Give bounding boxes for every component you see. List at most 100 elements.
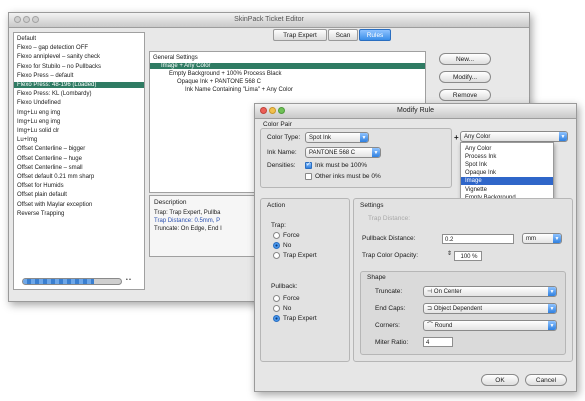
trap-label: Trap: [271,222,286,229]
ticket-list-item[interactable]: Default [17,36,36,42]
ink-must-be-label: Ink must be 100% [315,162,368,169]
rule-tree-item[interactable]: General Settings [150,55,198,61]
ticket-list[interactable]: Default Flexo – gap detection OFF Flexo an… [13,32,145,290]
corners-label: Corners: [375,322,400,329]
ticket-list-item[interactable]: Offset default 0.21 mm sharp [17,174,94,180]
tab-rules[interactable]: Rules [359,29,391,41]
chevron-down-icon: ▼ [559,132,567,141]
corners-select[interactable]: ⌒ Round ▼ [423,320,557,331]
stepper-icon[interactable]: ⇕ [447,250,452,257]
ink-name-select[interactable]: PANTONE 568 C ▼ [305,147,381,158]
progress-fill [23,279,94,284]
ticket-list-item[interactable]: Offset for Humids [17,183,64,189]
ticket-list-item[interactable]: Flexo Press: KL (Lombardy) [17,91,91,97]
trap-radio[interactable] [273,252,280,259]
truncate-label: Truncate: [375,288,403,295]
pullback-distance-input[interactable]: 0.2 [442,234,514,244]
end-caps-select[interactable]: ⊐ Object Dependent ▼ [423,303,557,314]
ticket-list-item[interactable]: Img+Lu eng img [17,119,60,125]
ticket-list-item[interactable]: Lu+Img [17,137,37,143]
color-menu-item[interactable]: Spot Ink [461,161,553,169]
ticket-list-item[interactable]: Offset Centerline – huge [17,156,82,162]
pullback-radio[interactable] [273,315,280,322]
settings-group: Settings Trap Distance: Pullback Distanc… [353,198,573,362]
densities-label: Densities: [267,162,296,169]
description-line: Trap: Trap Expert, Pullba [154,210,221,216]
chevron-down-icon: ▼ [372,148,380,157]
truncate-value: On Center [433,289,462,295]
color-menu-item[interactable]: Process Ink [461,153,553,161]
truncate-select[interactable]: ⊣ On Center ▼ [423,286,557,297]
progress-bar [22,278,122,285]
ink-must-be-checkbox[interactable] [305,161,312,169]
other-inks-checkbox[interactable] [305,173,312,180]
pullback-label: Pullback: [271,283,298,290]
rule-tree-item[interactable]: Opaque Ink + PANTONE 568 C [150,79,261,85]
color-menu-item[interactable]: Image [461,177,553,186]
description-line: Trap Distance: 0.5mm, P [154,218,221,224]
ticket-list-item[interactable]: Img+Lu solid clr [17,128,59,134]
unit-select[interactable]: mm ▼ [522,233,562,244]
trap-distance-label: Trap Distance: [368,215,411,222]
color-type-select[interactable]: Spot Ink ▼ [305,132,369,143]
chevron-down-icon: ▼ [548,304,556,313]
new-rule-button[interactable]: New... [439,53,491,65]
main-titlebar[interactable]: SkinPack Ticket Editor [9,13,529,28]
opacity-label: Trap Color Opacity: [362,252,419,259]
remove-rule-button[interactable]: Remove [439,89,491,101]
pullback-radio[interactable] [273,305,280,312]
chevron-down-icon: ▼ [548,321,556,330]
pullback-distance-label: Pullback Distance: [362,235,416,242]
color-type-value: Spot Ink [309,135,332,141]
action-group: Action Trap: Force No Trap Expert Pullback… [260,198,350,362]
second-color-select[interactable]: Any Color ▼ [460,131,568,142]
rule-tree-item[interactable]: Image + Any Color [150,63,425,69]
ticket-list-item[interactable]: Flexo for Stubilo – no Pullbacks [17,64,101,70]
dialog-title: Modify Rule [397,107,434,114]
description-heading: Description [154,199,187,206]
ticket-list-item[interactable]: Flexo Press – default [17,73,73,79]
ticket-list-item[interactable]: Offset with Maylar exception [17,202,92,208]
trap-radio[interactable] [273,232,280,239]
ticket-list-item[interactable]: Offset plain default [17,192,67,198]
chevron-down-icon: ▼ [553,234,561,243]
opacity-value: 100 % [460,254,478,260]
corners-value: Round [434,323,453,329]
ticket-list-item[interactable]: Reverse Trapping [17,211,64,217]
other-inks-label: Other inks must be 0% [315,173,381,180]
action-label: Action [267,202,286,209]
dialog-titlebar[interactable]: Modify Rule [255,104,576,119]
color-pair-label: Color Pair [263,121,292,128]
ok-button[interactable]: OK [481,374,519,386]
progress-dots: • • [126,277,131,283]
trap-radio[interactable] [273,242,280,249]
ticket-list-item[interactable]: Offset Centerline – bigger [17,146,85,152]
chevron-down-icon: ▼ [360,133,368,142]
pullback-radio-label: No [283,305,292,312]
tab-trap-expert[interactable]: Trap Expert [273,29,327,41]
second-color-value: Any Color [464,134,491,140]
ticket-list-item[interactable]: Offset Centerline – small [17,165,83,171]
ticket-list-item[interactable]: Flexo Undefined [17,100,61,106]
modify-rule-dialog: Modify Rule Color Pair Color Type: Spot … [254,103,577,392]
truncate-icon: ⊣ [427,289,434,295]
opacity-input[interactable]: 100 % [454,251,482,261]
ticket-list-item[interactable]: Flexo anniplevel – sanity check [17,54,100,60]
miter-ratio-input[interactable]: 4 [423,337,453,347]
ticket-list-item[interactable]: Flexo – gap detection OFF [17,45,88,51]
rule-tree-item[interactable]: Empty Background + 100% Process Black [150,71,282,77]
rule-tree-item[interactable]: Ink Name Containing "Lima" + Any Color [150,87,293,93]
color-menu-item[interactable]: Any Color [461,145,553,153]
trap-radio-label: Force [283,232,300,239]
corners-icon: ⌒ [427,323,435,329]
end-caps-value: Object Dependent [433,306,483,312]
cancel-button[interactable]: Cancel [525,374,567,386]
color-menu-item[interactable]: Opaque Ink [461,169,553,177]
chevron-down-icon: ▼ [548,287,556,296]
color-menu-item[interactable]: Vignette [461,186,553,194]
ticket-list-item[interactable]: Img+Lu eng img [17,110,60,116]
ticket-list-item[interactable]: Flexo Press: 48-196 (Loaded) [14,82,144,88]
tab-scan[interactable]: Scan [328,29,358,41]
pullback-radio[interactable] [273,295,280,302]
modify-rule-button[interactable]: Modify... [439,71,491,83]
